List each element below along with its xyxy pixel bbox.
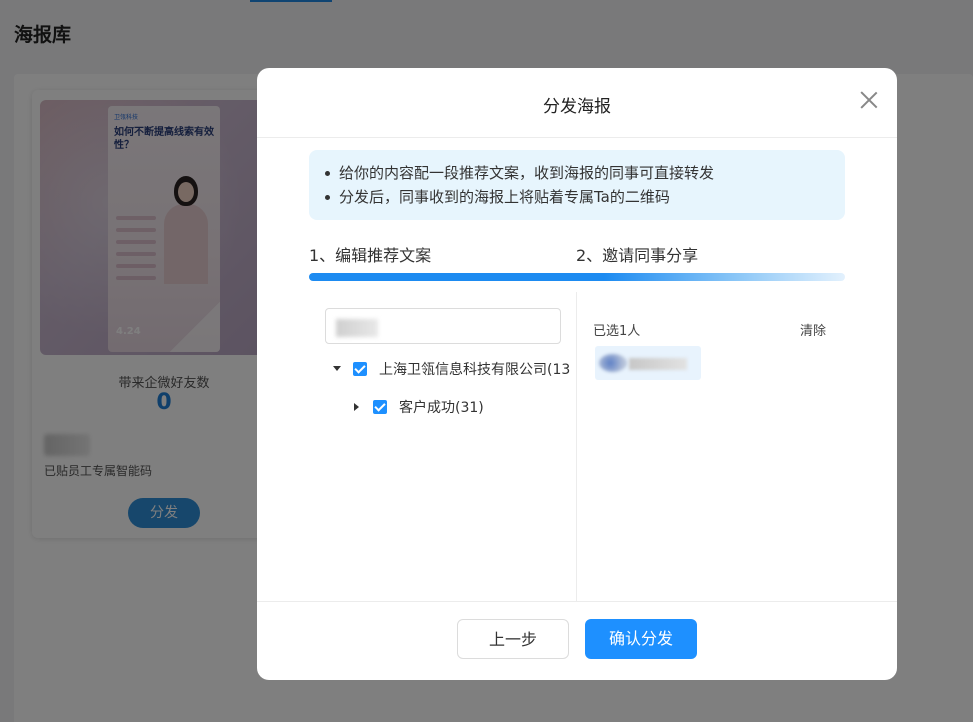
dialog-footer: 上一步 确认分发	[257, 601, 897, 680]
tips-box: 给你的内容配一段推荐文案，收到海报的同事可直接转发 分发后，同事收到的海报上将贴…	[309, 150, 845, 220]
close-icon[interactable]	[859, 90, 879, 110]
tree-node-label: 客户成功(31)	[399, 400, 484, 416]
caret-down-icon[interactable]	[331, 363, 343, 375]
confirm-distribute-button[interactable]: 确认分发	[585, 619, 697, 659]
distribute-poster-dialog: 分发海报 给你的内容配一段推荐文案，收到海报的同事可直接转发 分发后，同事收到的…	[257, 68, 897, 680]
step-indicator: 1、编辑推荐文案 2、邀请同事分享	[309, 242, 845, 265]
dialog-title: 分发海报	[543, 97, 611, 117]
selected-member-chip[interactable]	[595, 346, 701, 380]
tree-node-label: 上海卫瓴信息科技有限公司(13	[379, 362, 571, 378]
checkbox-checked-icon[interactable]	[373, 400, 387, 414]
step-1: 1、编辑推荐文案	[309, 246, 432, 265]
dialog-header: 分发海报	[257, 68, 897, 138]
step-2: 2、邀请同事分享	[576, 246, 699, 265]
previous-step-button[interactable]: 上一步	[457, 619, 569, 659]
tip-item: 分发后，同事收到的海报上将贴着专属Ta的二维码	[325, 185, 829, 209]
picker-divider	[576, 292, 577, 602]
selected-count: 已选1人	[593, 324, 641, 339]
step-progress-bar	[309, 273, 845, 281]
caret-right-icon[interactable]	[351, 401, 363, 413]
clear-button[interactable]: 清除	[800, 320, 826, 339]
search-field[interactable]	[325, 308, 561, 344]
tree-node-company[interactable]: 上海卫瓴信息科技有限公司(13	[331, 358, 571, 380]
tree-node-department[interactable]: 客户成功(31)	[351, 396, 484, 418]
search-input[interactable]	[326, 309, 560, 343]
member-picker: 上海卫瓴信息科技有限公司(13 客户成功(31) 已选1人 清除	[257, 292, 897, 602]
member-name-blurred	[629, 358, 687, 370]
tip-item: 给你的内容配一段推荐文案，收到海报的同事可直接转发	[325, 161, 829, 185]
avatar	[599, 354, 627, 372]
checkbox-checked-icon[interactable]	[353, 362, 367, 376]
